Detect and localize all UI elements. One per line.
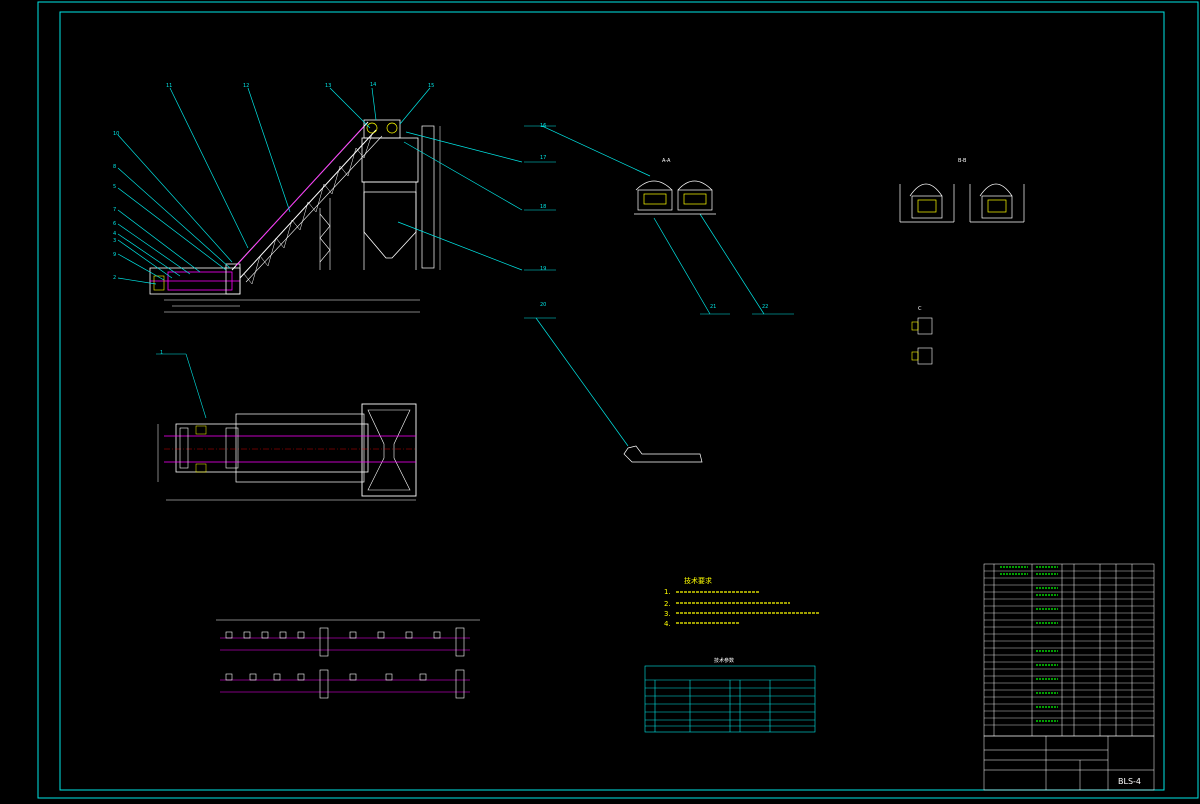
section-b-label: B-B bbox=[958, 158, 967, 164]
outer-border bbox=[37, 1, 1199, 799]
callout: 3 bbox=[113, 238, 116, 244]
parts-list-text-marks bbox=[1000, 566, 1058, 722]
callout-numbers: 10 8 5 7 6 4 3 9 2 11 12 13 14 15 17 18 … bbox=[113, 82, 768, 356]
callout: 2 bbox=[113, 275, 116, 281]
callout: 21 bbox=[710, 304, 716, 310]
callout: 4 bbox=[113, 231, 116, 237]
elevation-view bbox=[149, 119, 441, 313]
callout: 17 bbox=[540, 155, 546, 161]
plan-view bbox=[157, 403, 417, 501]
section-b-view bbox=[899, 183, 1025, 223]
leader-lines bbox=[117, 87, 765, 447]
inner-border bbox=[59, 11, 1165, 791]
callout: 1 bbox=[160, 350, 163, 356]
callout: 6 bbox=[113, 221, 116, 227]
tech-note-1: 1. bbox=[664, 588, 671, 596]
parameters-table bbox=[644, 665, 816, 733]
detail-c-label: C bbox=[918, 306, 922, 312]
callout: 15 bbox=[428, 83, 434, 89]
idler-layout bbox=[216, 619, 480, 699]
detail-c-view bbox=[911, 317, 933, 365]
callout: 22 bbox=[762, 304, 768, 310]
callout: 11 bbox=[166, 83, 172, 89]
technical-notes: 技术要求 1. 2. 3. 4. bbox=[664, 576, 820, 628]
callout: 5 bbox=[113, 184, 116, 190]
drawing-number: BLS-4 bbox=[1118, 777, 1141, 786]
tech-note-2: 2. bbox=[664, 600, 671, 608]
callout: 14 bbox=[370, 82, 376, 88]
params-table-title: 技术参数 bbox=[714, 657, 734, 664]
parts-list bbox=[983, 563, 1155, 737]
callout: 20 bbox=[540, 302, 546, 308]
section-a-view bbox=[634, 180, 716, 215]
drawing-svg: 10 8 5 7 6 4 3 9 2 11 12 13 14 15 17 18 … bbox=[37, 1, 1199, 799]
tech-notes-title: 技术要求 bbox=[684, 576, 712, 585]
hook-detail bbox=[623, 445, 703, 463]
callout: 10 bbox=[113, 131, 119, 137]
callout: 19 bbox=[540, 266, 546, 272]
section-a-label: A-A bbox=[662, 158, 671, 164]
tech-note-4: 4. bbox=[664, 620, 671, 628]
callout: 9 bbox=[113, 252, 116, 258]
parts-list-rows bbox=[984, 570, 1154, 726]
callout: 12 bbox=[243, 83, 249, 89]
tech-note-3: 3. bbox=[664, 610, 671, 618]
cad-drawing: 10 8 5 7 6 4 3 9 2 11 12 13 14 15 17 18 … bbox=[0, 0, 1200, 800]
callout: 18 bbox=[540, 204, 546, 210]
callout: 8 bbox=[113, 164, 116, 170]
callout: 13 bbox=[325, 83, 331, 89]
callout: 7 bbox=[113, 207, 116, 213]
